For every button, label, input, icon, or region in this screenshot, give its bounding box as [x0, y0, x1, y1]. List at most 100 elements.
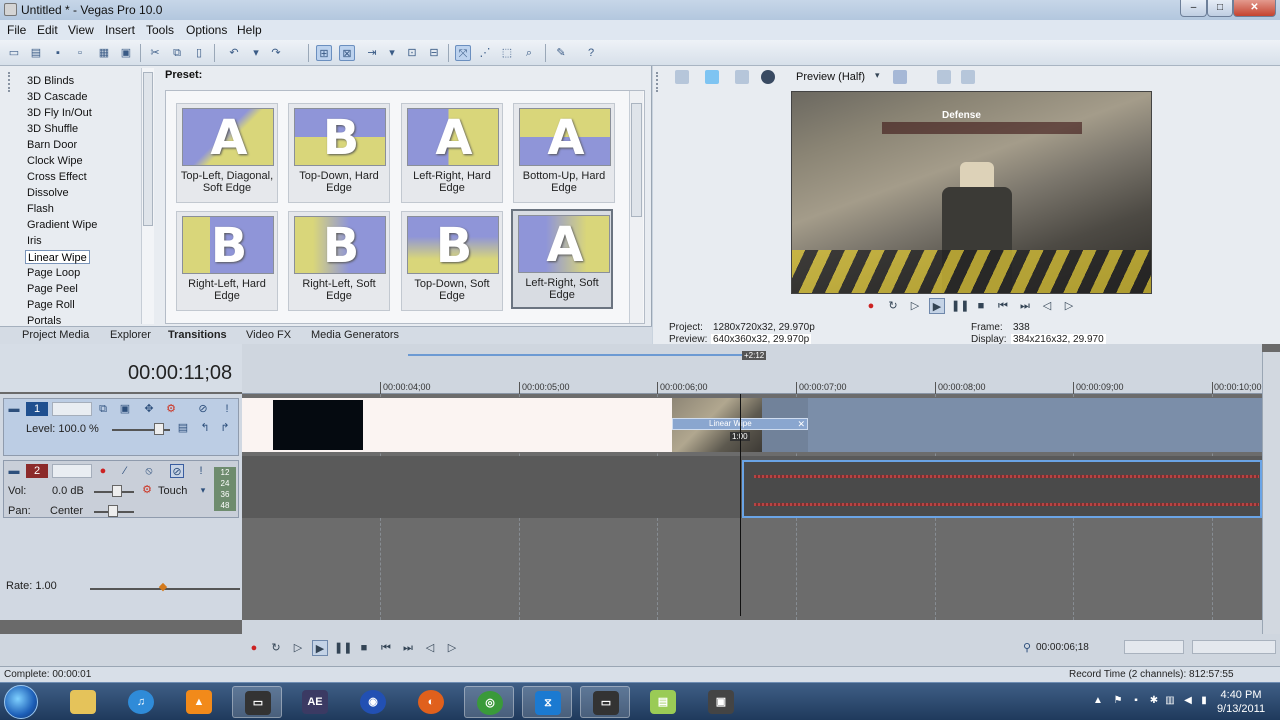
lock-envelopes-icon[interactable]: ⊡	[404, 45, 420, 61]
audio-track-header[interactable]: ▬ 2 ● ⁄ ⦸ ⊘ ! 12 24 36 48 Vol: 0.0 dB ⚙ …	[3, 460, 239, 518]
preset-thumbnail-selected[interactable]: A Left-Right, Soft Edge	[511, 209, 613, 309]
preset-thumbnail[interactable]: A Left-Right, Hard Edge	[401, 103, 503, 203]
pause-icon[interactable]: ❚❚	[951, 298, 969, 314]
video-event-white[interactable]	[242, 398, 672, 452]
eraser-icon[interactable]: ✎	[553, 45, 569, 61]
previous-frame-icon[interactable]: ◁	[422, 640, 438, 656]
itunes-taskbar-icon[interactable]: ♫	[116, 686, 166, 718]
track-area[interactable]: Linear Wipe ✕ 1:00	[242, 394, 1262, 620]
copy-icon[interactable]: ⧉	[169, 45, 185, 61]
pan-slider-knob[interactable]	[108, 505, 118, 517]
preset-thumbnail[interactable]: B Right-Left, Soft Edge	[288, 211, 390, 311]
transition-item[interactable]: 3D Blinds	[25, 74, 76, 88]
overlay-icon[interactable]	[761, 70, 775, 84]
close-button[interactable]: ✕	[1233, 0, 1276, 17]
composite-child-icon[interactable]: ▤	[176, 421, 190, 435]
transition-item[interactable]: Gradient Wipe	[25, 218, 99, 232]
vegas-taskbar-icon[interactable]: ▭	[232, 686, 282, 718]
menu-file[interactable]: File	[7, 23, 26, 37]
level-slider-knob[interactable]	[154, 423, 164, 435]
preset-thumbnail[interactable]: B Top-Down, Soft Edge	[401, 211, 503, 311]
tab-explorer[interactable]: Explorer	[110, 329, 151, 341]
transition-item[interactable]: Page Roll	[25, 298, 77, 312]
flag-icon[interactable]: ⚑	[1112, 695, 1124, 707]
redo-icon[interactable]: ↷	[268, 45, 284, 61]
transition-item[interactable]: Dissolve	[25, 186, 71, 200]
paste-icon[interactable]: ▯	[191, 45, 207, 61]
video-output-fx-icon[interactable]	[675, 70, 689, 84]
gear-icon[interactable]: ⚙	[164, 402, 178, 416]
vegas-app-icon[interactable]	[4, 3, 17, 16]
automation-gear-icon[interactable]: ⚙	[140, 483, 154, 497]
envelope-tool-icon[interactable]: ⋰	[477, 45, 493, 61]
transition-item[interactable]: Cross Effect	[25, 170, 89, 184]
render-icon[interactable]: ▣	[118, 45, 134, 61]
bluetooth-icon[interactable]: ✱	[1148, 695, 1160, 707]
tray-expand-icon[interactable]: ▲	[1092, 695, 1104, 707]
play-icon[interactable]: ▶	[929, 298, 945, 314]
ignore-grouping-icon[interactable]: ⊟	[426, 45, 442, 61]
save-icon[interactable]: ▪	[50, 45, 66, 61]
timeline-vertical-scrollbar[interactable]	[1262, 352, 1280, 666]
tray-app-icon[interactable]: ▪	[1130, 695, 1142, 707]
minimize-button[interactable]: –	[1180, 0, 1207, 17]
vegas-alt-taskbar-icon[interactable]: ⧖	[522, 686, 572, 718]
zoom-tool-icon[interactable]: ⌕	[521, 45, 537, 61]
stop-icon[interactable]: ■	[356, 640, 372, 656]
cut-icon[interactable]: ✂	[147, 45, 163, 61]
copy-snapshot-icon[interactable]	[937, 70, 951, 84]
quality-dropdown-arrow-icon[interactable]: ▾	[875, 70, 889, 84]
selection-length-field[interactable]	[1192, 640, 1276, 654]
cursor-position[interactable]: 00:00:06;18	[1036, 642, 1089, 653]
stop-icon[interactable]: ■	[973, 298, 989, 314]
auto-crossfade-icon[interactable]: ⊠	[339, 45, 355, 61]
notepad-taskbar-icon[interactable]: ▤	[638, 686, 688, 718]
firefox-taskbar-icon[interactable]: ◐	[406, 686, 456, 718]
transition-item[interactable]: Page Peel	[25, 282, 80, 296]
audio-lane[interactable]	[242, 456, 1262, 518]
transition-item[interactable]: Barn Door	[25, 138, 79, 152]
arm-record-icon[interactable]: ●	[96, 464, 110, 478]
timeline-horizontal-scrollbar[interactable]	[242, 620, 1262, 634]
network-icon[interactable]: ▥	[1164, 695, 1176, 707]
automation-dropdown-icon[interactable]: ▾	[196, 483, 210, 497]
undo-icon[interactable]: ↶	[226, 45, 242, 61]
preset-thumbnail[interactable]: A Bottom-Up, Hard Edge	[513, 103, 615, 203]
transition-item[interactable]: Iris	[25, 234, 44, 248]
undo-dropdown-icon[interactable]: ▾	[248, 45, 264, 61]
menu-edit[interactable]: Edit	[37, 23, 58, 37]
scanner-taskbar-icon[interactable]: ▣	[696, 686, 746, 718]
automation-mode[interactable]: Touch	[158, 485, 187, 497]
transition-properties-icon[interactable]: ✕	[797, 419, 805, 429]
go-to-end-icon[interactable]: ⏭	[400, 640, 416, 656]
playhead-cursor[interactable]	[740, 394, 741, 616]
help-pointer-icon[interactable]: ?	[583, 45, 599, 61]
track-fx-icon[interactable]: ▣	[118, 402, 132, 416]
transition-list-scrollbar[interactable]	[141, 68, 154, 324]
previous-frame-icon[interactable]: ◁	[1039, 298, 1055, 314]
next-frame-icon[interactable]: ▷	[1061, 298, 1077, 314]
preview-quality-dropdown[interactable]: Preview (Half)	[796, 71, 865, 83]
audio-event[interactable]	[742, 460, 1262, 518]
tab-transitions[interactable]: Transitions	[168, 329, 227, 341]
play-from-start-icon[interactable]: ▷	[290, 640, 306, 656]
menu-insert[interactable]: Insert	[105, 23, 135, 37]
normal-edit-tool-icon[interactable]: ⤧	[455, 45, 471, 61]
go-to-start-icon[interactable]: ⏮	[378, 640, 394, 656]
globe-taskbar-icon[interactable]: ◉	[348, 686, 398, 718]
solo-icon[interactable]: !	[220, 402, 234, 416]
transition-item[interactable]: Page Loop	[25, 266, 82, 280]
save-snapshot-icon[interactable]	[961, 70, 975, 84]
time-ruler[interactable]: +2:12 00:00:04;00 00:00:05;00 00:00:06;0…	[242, 344, 1262, 394]
loop-playback-icon[interactable]: ↻	[885, 298, 901, 314]
preset-thumbnail[interactable]: A Top-Left, Diagonal, Soft Edge	[176, 103, 278, 203]
power-icon[interactable]: ▮	[1198, 695, 1210, 707]
play-from-start-icon[interactable]: ▷	[907, 298, 923, 314]
transition-item[interactable]: 3D Shuffle	[25, 122, 80, 136]
transition-item[interactable]: Flash	[25, 202, 56, 216]
preset-thumbnail[interactable]: B Top-Down, Hard Edge	[288, 103, 390, 203]
split-screen-icon[interactable]	[735, 70, 749, 84]
solo-icon[interactable]: !	[194, 464, 208, 478]
maximize-button[interactable]: □	[1207, 0, 1233, 17]
transition-item[interactable]: 3D Fly In/Out	[25, 106, 94, 120]
